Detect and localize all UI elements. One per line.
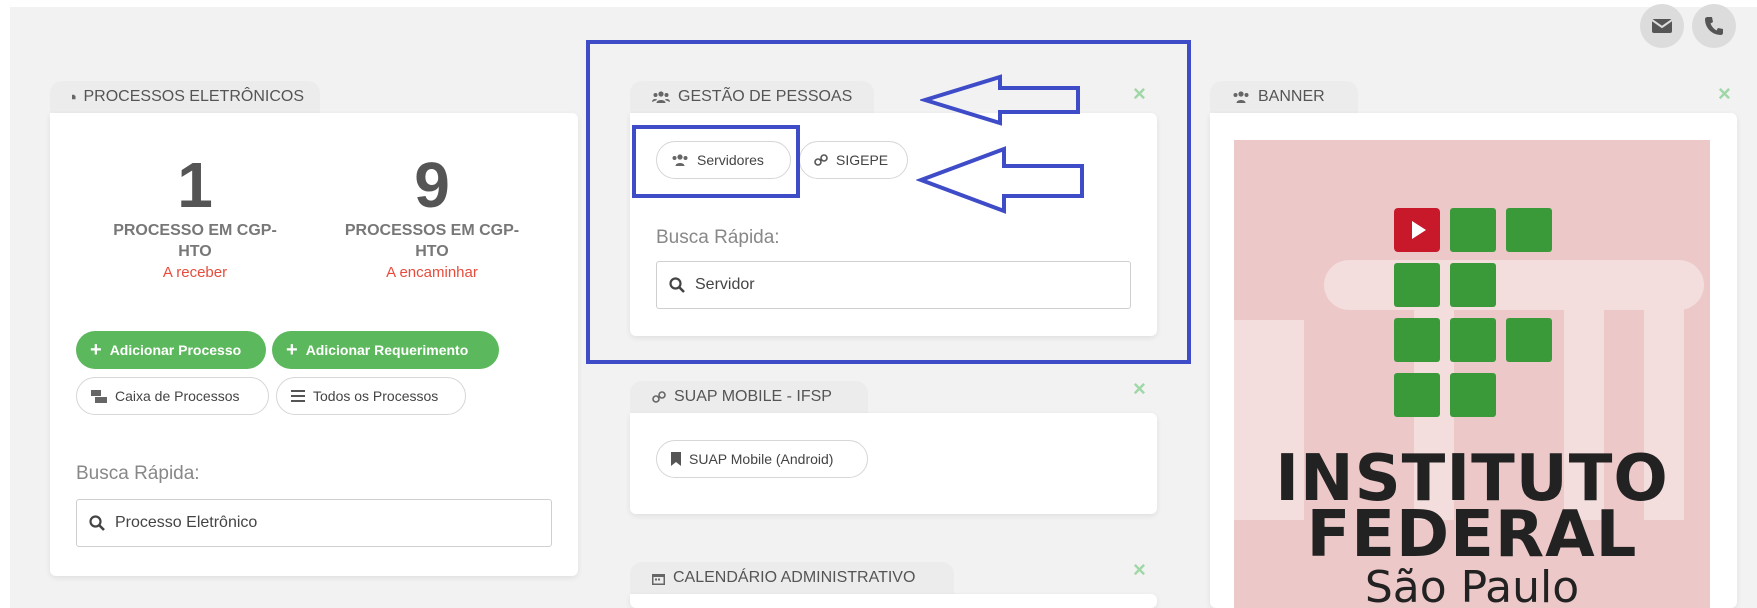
email-button[interactable]	[1640, 4, 1684, 48]
annotation-arrow-top	[920, 74, 1080, 126]
stat2-label: PROCESSOS EM CGP- HTO	[330, 220, 534, 262]
suap-tab: SUAP MOBILE - IFSP	[630, 381, 868, 413]
stat2-sub[interactable]: A encaminhar	[330, 264, 534, 281]
document-icon	[72, 94, 76, 100]
calendario-tab: CALENDÁRIO ADMINISTRATIVO	[630, 562, 954, 594]
processo-search-placeholder: Processo Eletrônico	[115, 514, 258, 531]
calendario-widget: CALENDÁRIO ADMINISTRATIVO ×	[630, 557, 1157, 608]
bookmark-icon	[671, 452, 681, 466]
suap-widget: SUAP MOBILE - IFSP × SUAP Mobile (Androi…	[630, 376, 1157, 514]
banner-tab: BANNER	[1210, 81, 1358, 113]
calendario-close-icon[interactable]: ×	[1133, 557, 1146, 583]
add-processo-label: Adicionar Processo	[109, 342, 242, 358]
banner-tab-title: BANNER	[1258, 88, 1325, 105]
banner-close-icon[interactable]: ×	[1718, 81, 1731, 107]
search-icon	[89, 515, 105, 531]
stat1-label: PROCESSO EM CGP- HTO	[100, 220, 290, 262]
envelope-icon	[1652, 19, 1672, 33]
window-left-edge	[0, 0, 10, 608]
add-processo-button[interactable]: + Adicionar Processo	[76, 331, 266, 369]
caixa-processos-label: Caixa de Processos	[115, 388, 240, 404]
banner-logo-text-2: FEDERAL	[1306, 498, 1638, 572]
ifsp-logo	[1394, 208, 1552, 417]
stat2-label-line1: PROCESSOS EM CGP-	[344, 222, 520, 239]
caixa-processos-button[interactable]: Caixa de Processos	[76, 377, 269, 415]
list-icon	[291, 390, 305, 402]
processo-search-input[interactable]: Processo Eletrônico	[76, 499, 552, 547]
users-icon	[1233, 91, 1249, 103]
banner-widget: BANNER × INSTITUTO FEDERAL São Paulo	[1210, 81, 1737, 608]
busca-rapida-label: Busca Rápida:	[76, 463, 200, 484]
suap-panel: SUAP Mobile (Android)	[630, 413, 1157, 514]
stat2-label-line2: HTO	[415, 243, 449, 260]
stat1-number: 1	[177, 149, 213, 221]
annotation-box-servidores	[632, 125, 800, 198]
window-top-edge	[0, 0, 1757, 7]
plus-icon: +	[286, 339, 298, 361]
calendario-panel	[630, 594, 1157, 608]
banner-logo-text-3: São Paulo	[1364, 562, 1580, 608]
link-icon	[652, 391, 666, 403]
suap-close-icon[interactable]: ×	[1133, 376, 1146, 402]
stat2-number: 9	[414, 149, 450, 221]
stat1-label-line2: HTO	[178, 243, 212, 260]
suap-android-button[interactable]: SUAP Mobile (Android)	[656, 440, 868, 478]
stat1-sub[interactable]: A receber	[100, 264, 290, 281]
suap-tab-title: SUAP MOBILE - IFSP	[674, 388, 832, 405]
processos-tab-title: PROCESSOS ELETRÔNICOS	[83, 88, 305, 105]
todos-processos-button[interactable]: Todos os Processos	[276, 377, 466, 415]
add-requerimento-label: Adicionar Requerimento	[305, 342, 469, 358]
stat1-label-line1: PROCESSO EM CGP-	[113, 222, 277, 239]
add-requerimento-button[interactable]: + Adicionar Requerimento	[272, 331, 499, 369]
suap-android-label: SUAP Mobile (Android)	[689, 451, 834, 467]
calendario-tab-title: CALENDÁRIO ADMINISTRATIVO	[673, 569, 916, 586]
plus-icon: +	[90, 339, 102, 361]
phone-button[interactable]	[1692, 4, 1736, 48]
processos-tab: PROCESSOS ELETRÔNICOS	[50, 81, 320, 113]
todos-processos-label: Todos os Processos	[313, 388, 439, 404]
inbox-icon	[91, 389, 107, 403]
banner-image[interactable]: INSTITUTO FEDERAL São Paulo	[1234, 140, 1710, 608]
processos-panel: 1 PROCESSO EM CGP- HTO A receber 9 PROCE…	[50, 113, 578, 576]
annotation-box-gestao	[586, 40, 1191, 364]
phone-icon	[1705, 17, 1723, 35]
processos-widget: PROCESSOS ELETRÔNICOS 1 PROCESSO EM CGP-…	[50, 81, 578, 576]
annotation-arrow-bottom	[916, 146, 1084, 214]
calendar-icon	[652, 573, 665, 585]
banner-panel: INSTITUTO FEDERAL São Paulo	[1210, 113, 1737, 608]
